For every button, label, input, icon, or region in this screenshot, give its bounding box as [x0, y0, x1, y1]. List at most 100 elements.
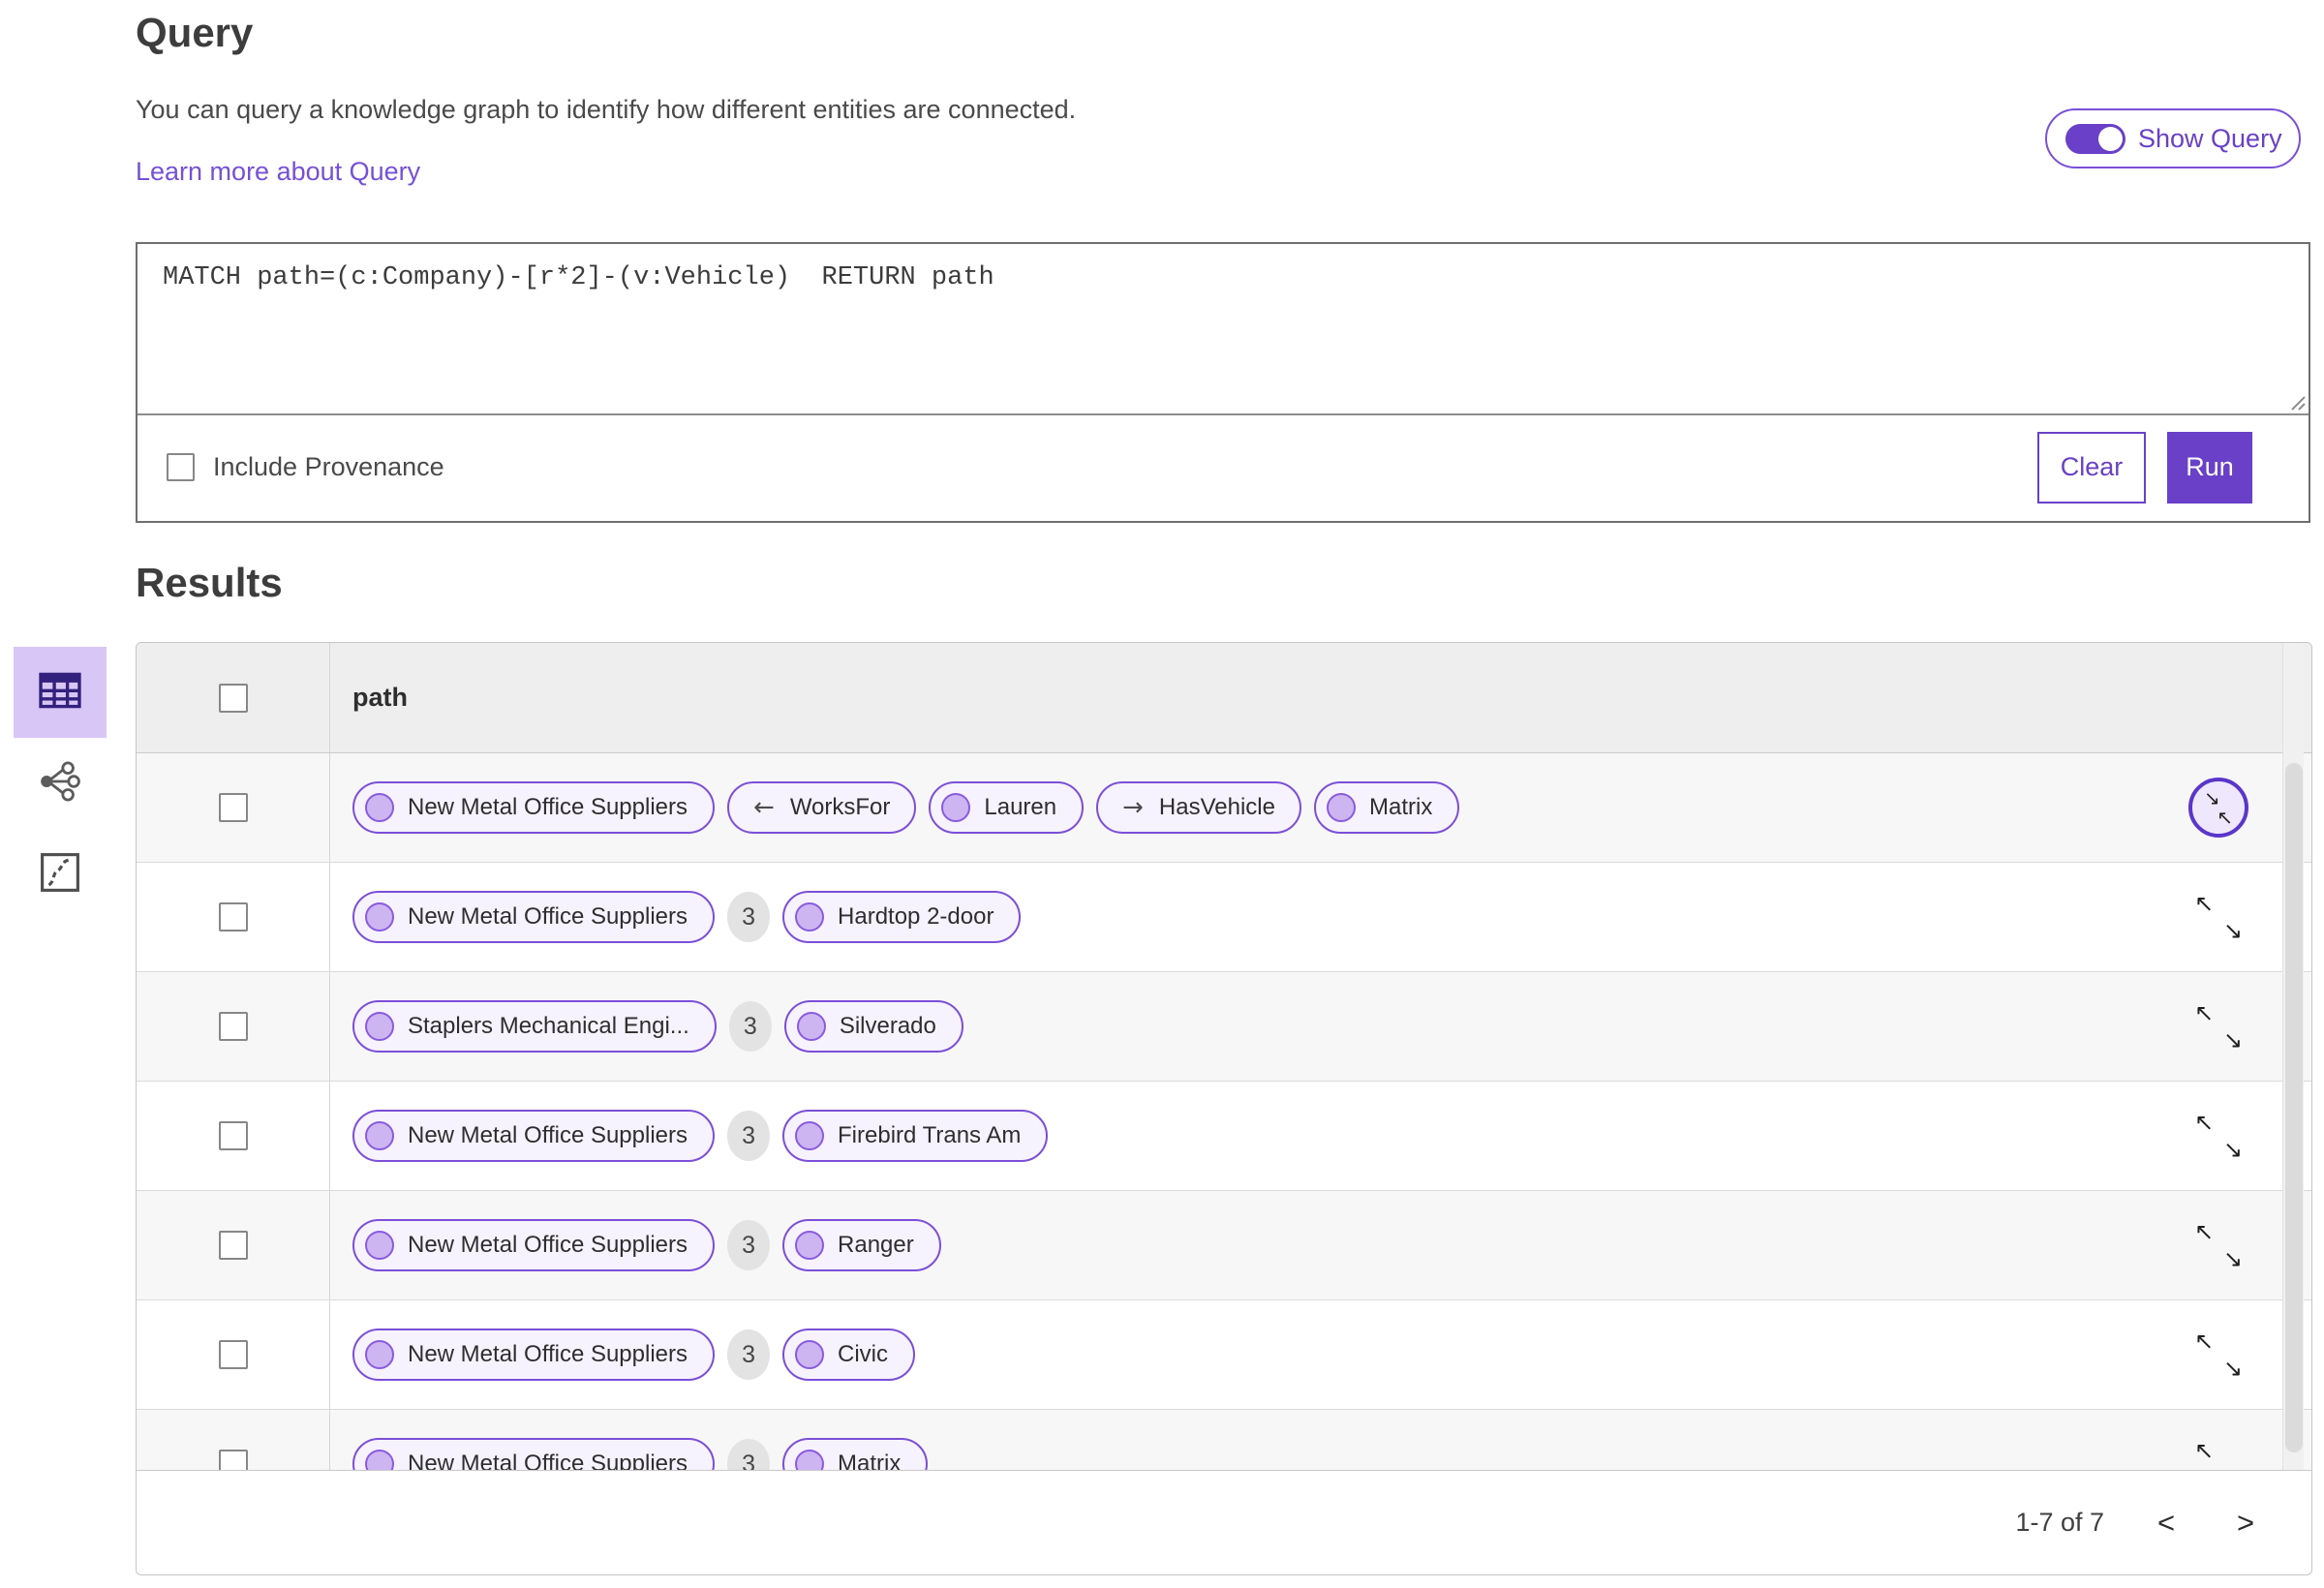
- entity-label: New Metal Office Suppliers: [408, 1232, 688, 1258]
- entity-label: Lauren: [984, 794, 1057, 820]
- table-footer: 1-7 of 7 < >: [137, 1470, 2311, 1574]
- entity-pill[interactable]: New Metal Office Suppliers: [352, 1438, 716, 1470]
- hop-count-badge: 3: [727, 892, 771, 942]
- entity-pill[interactable]: Hardtop 2-door: [782, 891, 1022, 943]
- entity-pill[interactable]: New Metal Office Suppliers: [352, 1328, 716, 1381]
- view-toggle-map[interactable]: [14, 829, 107, 920]
- entity-pill[interactable]: Civic: [782, 1328, 916, 1381]
- entity-pill[interactable]: New Metal Office Suppliers: [352, 1219, 716, 1271]
- relationship-pill[interactable]: → HasVehicle: [1096, 781, 1301, 834]
- entity-label: Civic: [838, 1341, 889, 1367]
- table-row: New Metal Office Suppliers 3 Ranger ↖ ↘: [137, 1191, 2311, 1300]
- entity-dot-icon: [365, 1012, 394, 1041]
- scrollbar-thumb[interactable]: [2285, 763, 2303, 1452]
- table-row: New Metal Office Suppliers 3 Civic ↖ ↘: [137, 1300, 2311, 1410]
- expand-row-button[interactable]: ↖↘: [2192, 1329, 2245, 1380]
- row-checkbox[interactable]: [218, 902, 248, 931]
- expand-arrow-icon: ↖: [2194, 890, 2215, 917]
- entity-pill[interactable]: New Metal Office Suppliers: [352, 1110, 716, 1162]
- entity-dot-icon: [365, 902, 394, 931]
- entity-dot-icon: [1326, 793, 1356, 822]
- hop-count-badge: 3: [727, 1439, 771, 1470]
- entity-dot-icon: [365, 1231, 394, 1260]
- share-graph-icon: [38, 759, 82, 809]
- column-header-path: path: [352, 683, 408, 712]
- path-cell: New Metal Office Suppliers 3 Hardtop 2-doo…: [330, 863, 2166, 971]
- show-query-toggle[interactable]: Show Query: [2045, 108, 2301, 168]
- next-page-button[interactable]: >: [2228, 1506, 2263, 1541]
- hop-count-badge: 3: [727, 1329, 771, 1380]
- page-description: You can query a knowledge graph to ident…: [136, 95, 1077, 124]
- entity-dot-icon: [941, 793, 971, 822]
- table-row: New Metal Office Suppliers 3 Firebird Tran…: [137, 1082, 2311, 1191]
- table-row: New Metal Office Suppliers 3 Hardtop 2-doo…: [137, 863, 2311, 972]
- toggle-switch-icon[interactable]: [2065, 123, 2125, 154]
- expand-arrow-icon: ↘: [2222, 1355, 2243, 1382]
- entity-label: Firebird Trans Am: [838, 1122, 1022, 1148]
- expand-row-button[interactable]: ↖↘: [2192, 1220, 2245, 1270]
- row-checkbox-cell: [137, 863, 330, 971]
- hop-count-badge: 3: [728, 1001, 772, 1052]
- arrow-right-icon: →: [1122, 793, 1144, 822]
- entity-pill[interactable]: Matrix: [782, 1438, 929, 1470]
- entity-pill[interactable]: Lauren: [929, 781, 1085, 834]
- entity-pill[interactable]: New Metal Office Suppliers: [352, 891, 716, 943]
- include-provenance-control[interactable]: Include Provenance: [167, 452, 444, 482]
- run-button[interactable]: Run: [2167, 431, 2252, 504]
- entity-label: New Metal Office Suppliers: [408, 1451, 688, 1470]
- results-title: Results: [136, 560, 283, 605]
- row-checkbox[interactable]: [218, 1340, 248, 1369]
- expand-arrow-icon: ↖: [2194, 1218, 2215, 1245]
- entity-dot-icon: [795, 902, 825, 931]
- hop-count-badge: 3: [727, 1111, 771, 1161]
- pagination-label: 1-7 of 7: [2015, 1508, 2104, 1537]
- clear-button[interactable]: Clear: [2037, 431, 2146, 504]
- entity-pill[interactable]: Matrix: [1313, 781, 1460, 834]
- select-all-checkbox[interactable]: [218, 683, 248, 713]
- results-table: path New Metal Office Suppliers ← WorksFor…: [136, 642, 2312, 1575]
- learn-more-link[interactable]: Learn more about Query: [136, 157, 420, 187]
- path-cell: New Metal Office Suppliers 3 Civic: [330, 1300, 2166, 1409]
- row-checkbox[interactable]: [218, 1450, 248, 1470]
- row-checkbox[interactable]: [218, 1121, 248, 1150]
- row-checkbox[interactable]: [218, 1231, 248, 1260]
- entity-dot-icon: [795, 1340, 825, 1369]
- path-cell: New Metal Office Suppliers ← WorksFor Laure…: [330, 753, 2166, 862]
- expand-arrow-icon: ↖: [2194, 1328, 2215, 1355]
- entity-dot-icon: [795, 1231, 825, 1260]
- entity-label: Ranger: [838, 1232, 914, 1258]
- row-checkbox-cell: [137, 1191, 330, 1299]
- expand-row-button[interactable]: ↖↘: [2192, 892, 2245, 942]
- entity-pill[interactable]: New Metal Office Suppliers: [352, 781, 716, 834]
- entity-dot-icon: [796, 1012, 826, 1041]
- path-cell: New Metal Office Suppliers 3 Ranger: [330, 1191, 2166, 1299]
- expand-arrow-icon: ↖: [2194, 1437, 2215, 1464]
- expand-arrow-icon: ↖: [2194, 999, 2215, 1026]
- row-checkbox[interactable]: [218, 1012, 248, 1041]
- view-toggle-graph[interactable]: [14, 738, 107, 829]
- expand-row-button[interactable]: ↖↘: [2192, 1439, 2245, 1470]
- entity-label: New Metal Office Suppliers: [408, 1341, 688, 1367]
- relationship-pill[interactable]: ← WorksFor: [727, 781, 917, 834]
- entity-pill[interactable]: Silverado: [783, 1000, 963, 1053]
- resize-grip-icon[interactable]: [2288, 393, 2306, 411]
- path-cell: New Metal Office Suppliers 3 Firebird Tran…: [330, 1082, 2166, 1190]
- include-provenance-checkbox[interactable]: [167, 453, 195, 481]
- table-row: New Metal Office Suppliers 3 Matrix ↖↘: [137, 1410, 2311, 1470]
- hop-count-badge: 3: [727, 1220, 771, 1270]
- view-toggle-table[interactable]: [14, 647, 107, 738]
- expand-arrow-icon: ↘: [2222, 1136, 2243, 1163]
- query-input[interactable]: MATCH path=(c:Company)-[r*2]-(v:Vehicle)…: [138, 244, 2309, 413]
- entity-pill[interactable]: Firebird Trans Am: [782, 1110, 1049, 1162]
- collapse-row-button[interactable]: ↘ ↖: [2188, 778, 2248, 838]
- entity-label: Hardtop 2-door: [838, 903, 994, 930]
- entity-label: Matrix: [1368, 794, 1433, 820]
- expand-row-button[interactable]: ↖↘: [2192, 1111, 2245, 1161]
- entity-label: Matrix: [838, 1451, 902, 1470]
- expand-row-button[interactable]: ↖↘: [2192, 1001, 2245, 1052]
- table-scrollbar[interactable]: [2282, 643, 2304, 1470]
- entity-pill[interactable]: Ranger: [782, 1219, 941, 1271]
- prev-page-button[interactable]: <: [2149, 1506, 2184, 1541]
- entity-pill[interactable]: Staplers Mechanical Engi...: [352, 1000, 717, 1053]
- row-checkbox[interactable]: [218, 793, 248, 822]
